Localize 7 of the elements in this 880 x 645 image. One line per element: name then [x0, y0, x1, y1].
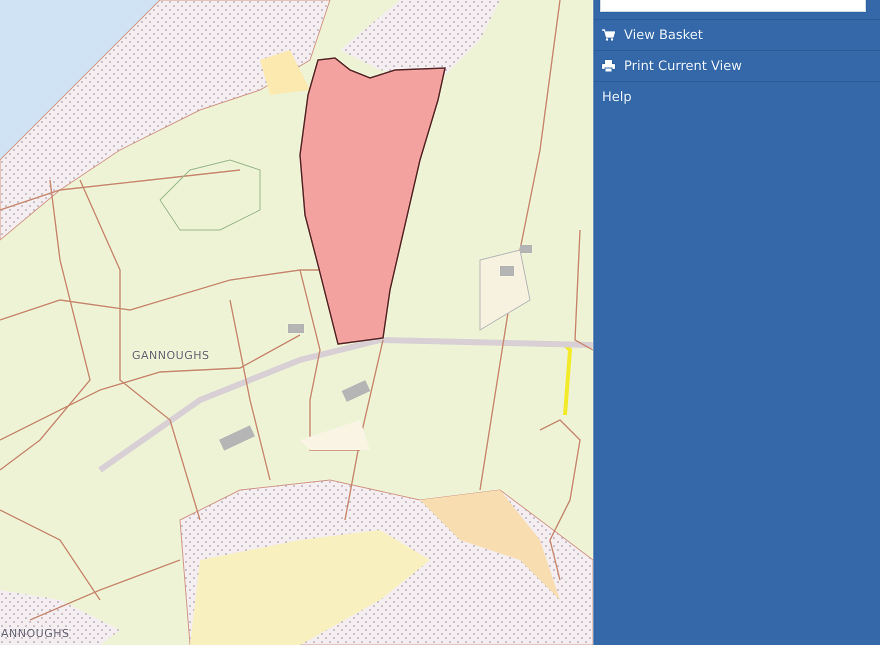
- cart-icon: [602, 29, 615, 41]
- menu-link[interactable]: Help: [594, 82, 880, 113]
- printer-icon: [602, 60, 615, 72]
- place-label: GANNOUGHS: [132, 349, 210, 362]
- place-label: ANNOUGHS: [1, 627, 70, 640]
- menu-link[interactable]: View Basket: [594, 20, 880, 51]
- menu-link[interactable]: Print Current View: [594, 51, 880, 82]
